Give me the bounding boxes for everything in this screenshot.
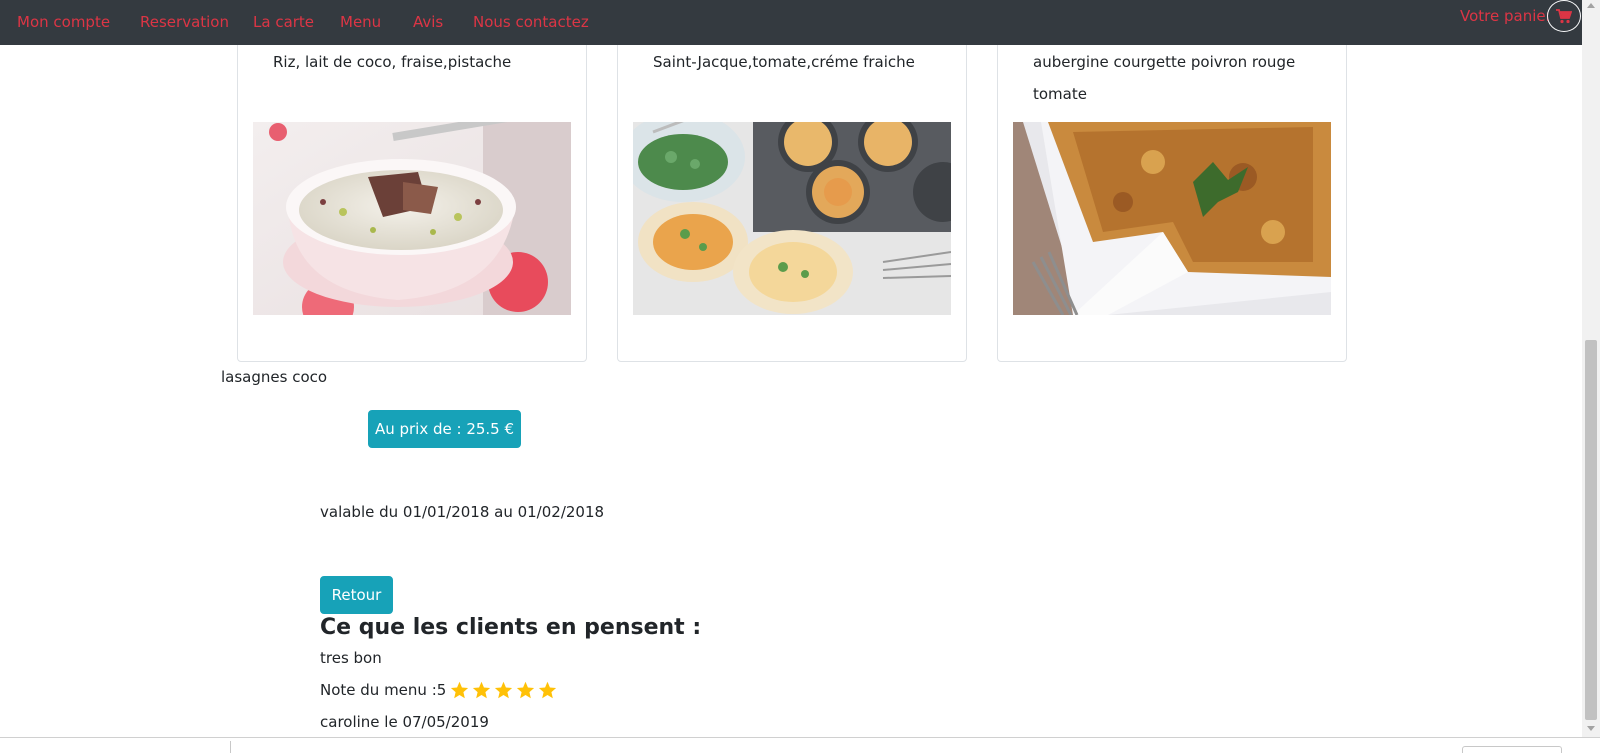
divider — [230, 741, 231, 753]
nav-reservation[interactable]: Reservation — [140, 13, 229, 31]
vertical-scrollbar[interactable] — [1582, 0, 1600, 737]
menu-card-2: Saint-Jacque,tomate,créme fraiche — [617, 20, 967, 362]
back-button[interactable]: Retour — [320, 576, 393, 614]
bottom-control[interactable] — [1462, 746, 1562, 753]
card-ingredients: Riz, lait de coco, fraise,pistache — [273, 53, 512, 71]
nav-mon-compte[interactable]: Mon compte — [17, 13, 110, 31]
star-icon — [495, 681, 513, 699]
menu-validity: valable du 01/01/2018 au 01/02/2018 — [320, 503, 605, 521]
vegetable-gratin-photo — [1013, 122, 1331, 315]
review-text: tres bon — [320, 649, 382, 667]
star-rating — [450, 681, 560, 699]
top-navbar: Mon compte Reservation La carte Menu Avi… — [0, 0, 1582, 45]
menu-name: lasagnes coco — [221, 368, 328, 386]
star-icon — [517, 681, 535, 699]
card-ingredients: aubergine courgette poivron rouge tomate — [1033, 53, 1296, 103]
scroll-down-arrow-icon[interactable] — [1587, 726, 1595, 731]
reviews-heading: Ce que les clients en pensent : — [320, 615, 702, 640]
cart-button[interactable] — [1547, 0, 1581, 32]
star-icon — [451, 681, 469, 699]
rating-label: Note du menu :5 — [320, 681, 447, 699]
price-button[interactable]: Au prix de : 25.5 € — [368, 410, 521, 448]
page: Mon compte Reservation La carte Menu Avi… — [0, 0, 1600, 753]
star-icon — [539, 681, 557, 699]
menu-card-1: Riz, lait de coco, fraise,pistache — [237, 20, 587, 362]
star-icon — [473, 681, 491, 699]
card-ingredients: Saint-Jacque,tomate,créme fraiche — [653, 53, 915, 71]
nav-menu[interactable]: Menu — [340, 13, 381, 31]
rice-pudding-photo — [253, 122, 571, 315]
review-rating: Note du menu :5 — [320, 681, 560, 699]
scroll-up-arrow-icon[interactable] — [1587, 3, 1595, 8]
nav-la-carte[interactable]: La carte — [253, 13, 314, 31]
mini-quiche-photo — [633, 122, 951, 315]
nav-avis[interactable]: Avis — [413, 13, 443, 31]
cart-label[interactable]: Votre panier — [1460, 7, 1552, 25]
scroll-thumb[interactable] — [1585, 340, 1597, 720]
review-author: caroline le 07/05/2019 — [320, 713, 489, 731]
nav-nous-contactez[interactable]: Nous contactez — [473, 13, 589, 31]
shopping-cart-icon — [1556, 8, 1572, 23]
bottom-bar — [0, 737, 1600, 753]
menu-card-3: aubergine courgette poivron rouge tomate — [997, 20, 1347, 362]
